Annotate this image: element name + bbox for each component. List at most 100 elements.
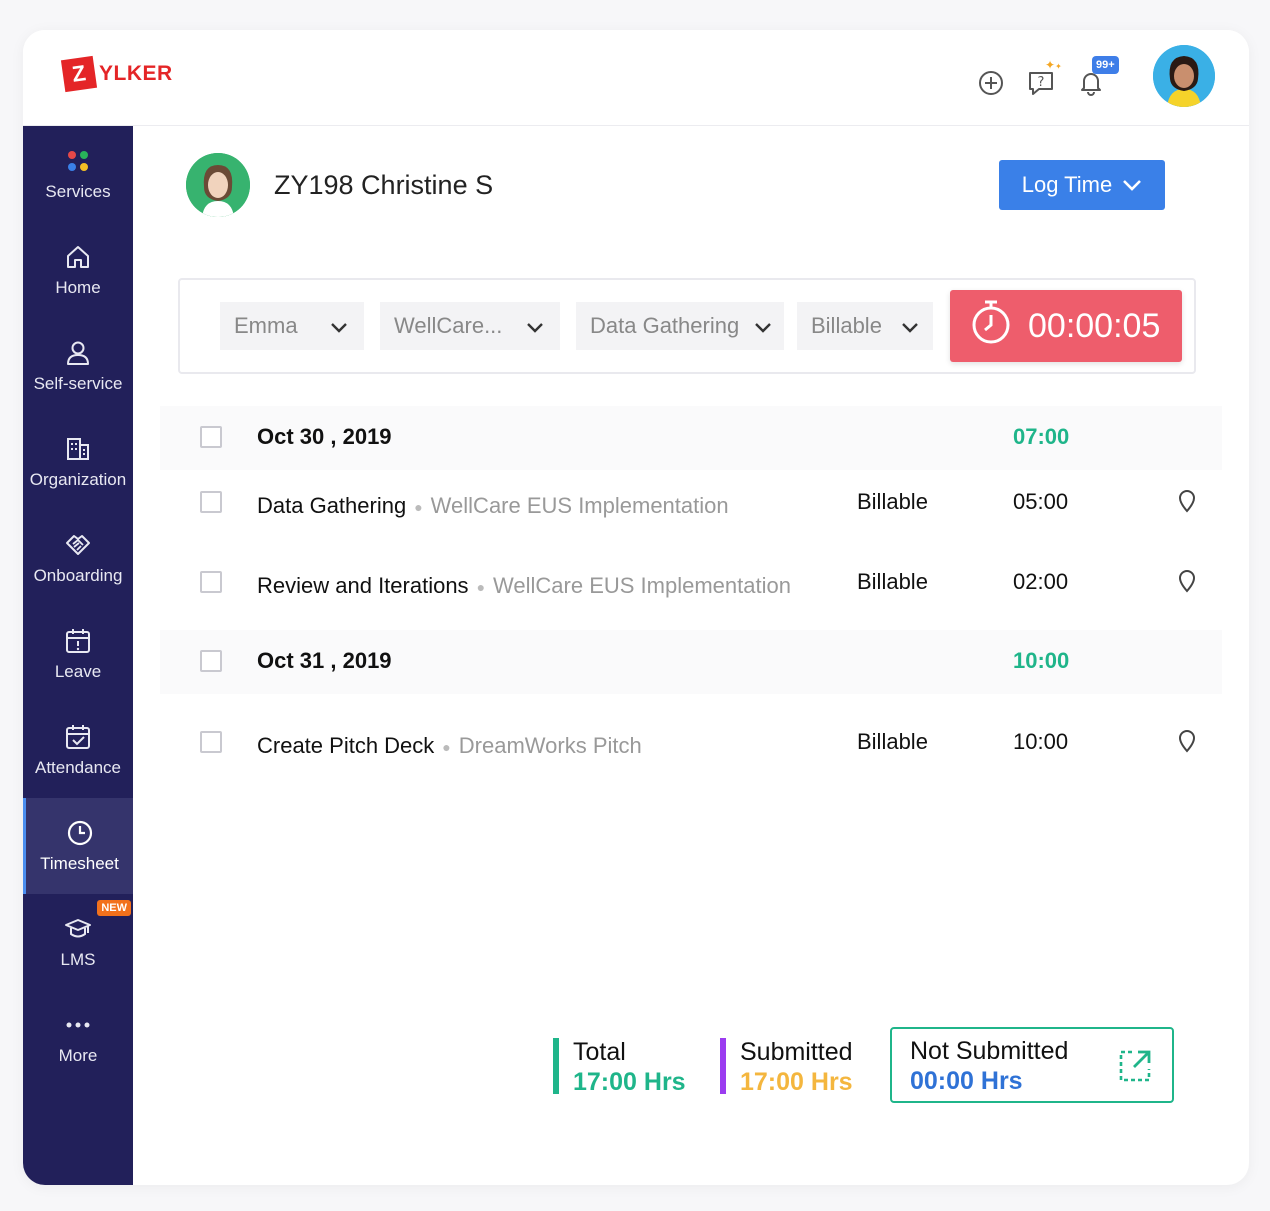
- sidebar-item-label: Services: [45, 182, 111, 201]
- submitted-value: 17:00 Hrs: [740, 1068, 853, 1096]
- row-checkbox[interactable]: [200, 731, 222, 753]
- calendar-icon: [63, 626, 93, 656]
- submit-external-icon[interactable]: [1118, 1049, 1152, 1088]
- job-name: Create Pitch Deck: [257, 733, 435, 758]
- sidebar-item-label: Timesheet: [40, 854, 119, 873]
- sidebar-item-more[interactable]: More: [23, 990, 133, 1086]
- building-icon: [63, 434, 93, 464]
- top-header: Z YLKER ? ✦✦ 99+: [23, 30, 1249, 126]
- log-hours: 05:00: [1013, 489, 1069, 514]
- table-row[interactable]: Data Gathering ● WellCare EUS Implementati…: [160, 471, 1222, 535]
- notification-badge: 99+: [1092, 56, 1119, 74]
- billing-dropdown[interactable]: Billable: [797, 302, 933, 350]
- date-row: Oct 31 , 2019 10:00: [160, 630, 1222, 694]
- location-pin-icon[interactable]: [1177, 489, 1197, 518]
- help-icon[interactable]: ?: [1026, 68, 1056, 98]
- sidebar-item-timesheet[interactable]: Timesheet: [23, 798, 133, 894]
- chevron-down-icon: [1122, 172, 1142, 198]
- new-badge: NEW: [97, 900, 131, 916]
- location-pin-icon[interactable]: [1177, 729, 1197, 758]
- clock-icon: [65, 818, 95, 848]
- date-total-hours: 10:00: [1013, 648, 1070, 673]
- table-row[interactable]: Review and Iterations ● WellCare EUS Imple…: [160, 551, 1222, 615]
- submitted-bar: [720, 1038, 726, 1094]
- separator-dot: ●: [476, 579, 486, 596]
- sidebar-item-label: Onboarding: [33, 566, 123, 585]
- chevron-down-icon: [901, 316, 919, 342]
- project-dropdown[interactable]: WellCare...: [380, 302, 560, 350]
- zylker-logo[interactable]: Z YLKER: [60, 55, 173, 93]
- project-name: WellCare EUS Implementation: [430, 493, 729, 518]
- sidebar-item-services[interactable]: Services: [23, 126, 133, 222]
- log-time-button[interactable]: Log Time: [999, 160, 1165, 210]
- sidebar-item-attendance[interactable]: Attendance: [23, 702, 133, 798]
- date-label: Oct 30 , 2019: [257, 424, 392, 449]
- logo-mark: Z: [60, 55, 98, 93]
- sidebar-item-lms[interactable]: NEW LMS: [23, 894, 133, 990]
- logo-text: YLKER: [99, 62, 173, 85]
- row-checkbox[interactable]: [200, 491, 222, 513]
- calendar-check-icon: [63, 722, 93, 752]
- sidebar-item-label: Leave: [54, 662, 102, 681]
- user-dropdown[interactable]: Emma: [220, 302, 364, 350]
- submitted-label: Submitted: [740, 1038, 853, 1066]
- employee-avatar: [186, 153, 250, 217]
- separator-dot: ●: [414, 499, 423, 516]
- services-icon: [63, 146, 93, 176]
- user-avatar[interactable]: [1153, 45, 1215, 107]
- total-label: Total: [573, 1038, 626, 1066]
- sidebar-item-label: LMS: [60, 950, 96, 969]
- handshake-icon: [63, 530, 93, 560]
- job-name: Review and Iterations: [257, 573, 469, 598]
- sidebar-item-label: More: [58, 1046, 98, 1065]
- person-icon: [63, 338, 93, 368]
- chevron-down-icon: [330, 316, 348, 342]
- date-row: Oct 30 , 2019 07:00: [160, 406, 1222, 470]
- user-dropdown-value: Emma: [234, 313, 298, 338]
- sidebar-item-leave[interactable]: Leave: [23, 606, 133, 702]
- project-dropdown-value: WellCare...: [394, 313, 503, 338]
- log-hours: 02:00: [1013, 569, 1069, 594]
- submitted-hours-summary: Submitted 17:00 Hrs: [720, 1038, 870, 1096]
- sidebar-item-label: Organization: [29, 470, 127, 489]
- more-icon: [63, 1010, 93, 1040]
- not-submitted-summary[interactable]: Not Submitted 00:00 Hrs: [890, 1027, 1174, 1103]
- app-window: Z YLKER ? ✦✦ 99+ Services Home Self-serv…: [23, 30, 1249, 1185]
- sidebar-item-organization[interactable]: Organization: [23, 414, 133, 510]
- billing-dropdown-value: Billable: [811, 313, 882, 338]
- date-total-hours: 07:00: [1013, 424, 1070, 449]
- billing-status: Billable: [857, 489, 928, 514]
- location-pin-icon[interactable]: [1177, 569, 1197, 598]
- sidebar-item-self-service[interactable]: Self-service: [23, 318, 133, 414]
- log-hours: 10:00: [1013, 729, 1069, 754]
- chevron-down-icon: [754, 316, 772, 342]
- job-dropdown[interactable]: Data Gathering: [576, 302, 784, 350]
- sidebar-item-label: Attendance: [34, 758, 121, 777]
- row-checkbox[interactable]: [200, 571, 222, 593]
- sidebar-item-label: Self-service: [33, 374, 123, 393]
- row-checkbox[interactable]: [200, 426, 222, 448]
- total-hours-summary: Total 17:00 Hrs: [553, 1038, 703, 1096]
- project-name: WellCare EUS Implementation: [493, 573, 791, 598]
- date-label: Oct 31 , 2019: [257, 648, 392, 673]
- log-time-label: Log Time: [1021, 172, 1113, 197]
- not-submitted-value: 00:00 Hrs: [910, 1067, 1023, 1095]
- sidebar-item-home[interactable]: Home: [23, 222, 133, 318]
- graduation-icon: [63, 914, 93, 944]
- home-icon: [63, 242, 93, 272]
- job-dropdown-value: Data Gathering: [590, 313, 740, 338]
- timer-button[interactable]: 00:00:05: [950, 290, 1182, 362]
- sidebar: Services Home Self-service Organization …: [23, 126, 133, 1185]
- billing-status: Billable: [857, 729, 928, 754]
- sidebar-item-onboarding[interactable]: Onboarding: [23, 510, 133, 606]
- sparkle-icon: ✦✦: [1045, 58, 1062, 72]
- employee-name: ZY198 Christine S: [274, 170, 494, 200]
- total-value: 17:00 Hrs: [573, 1068, 686, 1096]
- row-checkbox[interactable]: [200, 650, 222, 672]
- add-icon[interactable]: [976, 68, 1006, 98]
- project-name: DreamWorks Pitch: [458, 733, 642, 758]
- billing-status: Billable: [857, 569, 928, 594]
- table-row[interactable]: Create Pitch Deck ● DreamWorks Pitch Billa…: [160, 711, 1222, 775]
- timer-value: 00:00:05: [1028, 306, 1161, 345]
- stopwatch-icon: [970, 299, 1012, 354]
